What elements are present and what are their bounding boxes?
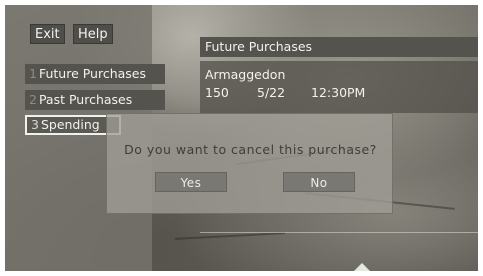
menu-item-number: 3 xyxy=(31,117,39,132)
purchase-info: Armaggedon 150 5/22 12:30PM xyxy=(200,61,478,113)
yes-button[interactable]: Yes xyxy=(155,172,227,192)
menu-item-future-purchases[interactable]: 1 Future Purchases xyxy=(25,64,165,84)
menu-item-past-purchases[interactable]: 2 Past Purchases xyxy=(25,90,165,110)
menu-item-label: Past Purchases xyxy=(38,92,133,107)
scroll-up-arrow-icon xyxy=(353,263,371,271)
info-panel-header: Future Purchases xyxy=(200,37,478,57)
cancel-purchase-dialog: Do you want to cancel this purchase? Yes… xyxy=(106,113,393,214)
menu-item-number: 2 xyxy=(29,92,37,107)
purchase-date: 5/22 xyxy=(257,85,286,100)
program-title: Armaggedon xyxy=(205,67,286,82)
help-button[interactable]: Help xyxy=(73,24,113,44)
divider-line xyxy=(200,232,478,233)
menu-item-label: Spending xyxy=(40,117,100,132)
menu-item-number: 1 xyxy=(29,66,37,81)
channel-number: 150 xyxy=(205,85,229,100)
tv-screen: Exit Help 1 Future Purchases 2 Past Purcha… xyxy=(5,5,478,271)
exit-button[interactable]: Exit xyxy=(30,24,65,44)
rock-crack xyxy=(175,232,285,240)
no-button[interactable]: No xyxy=(283,172,355,192)
purchase-time: 12:30PM xyxy=(311,85,366,100)
dialog-message: Do you want to cancel this purchase? xyxy=(124,142,377,157)
menu-item-label: Future Purchases xyxy=(38,66,147,81)
